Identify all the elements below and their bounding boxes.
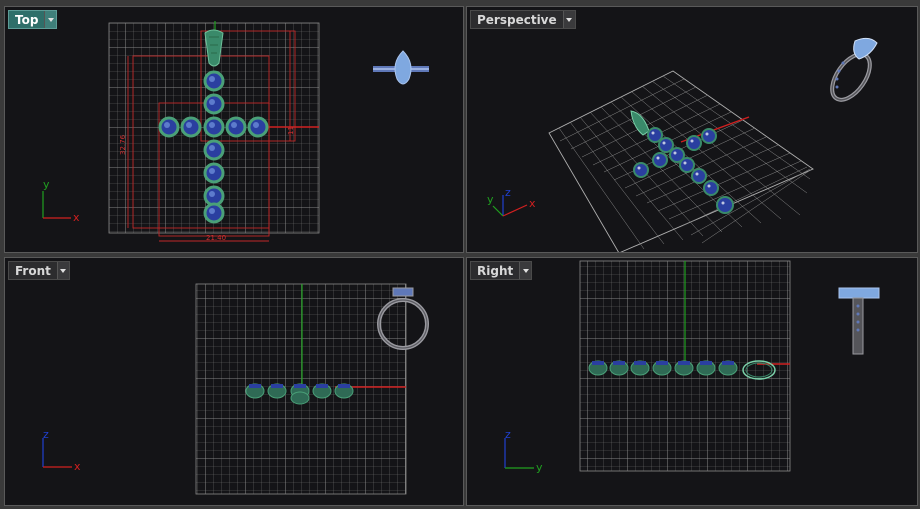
tab-perspective[interactable]: Perspective <box>470 10 576 29</box>
chevron-down-icon <box>60 268 67 273</box>
right-view-canvas[interactable]: z y <box>467 258 918 506</box>
axes-indicator: z y x <box>487 186 536 217</box>
tab-top[interactable]: Top <box>8 10 58 29</box>
axes-indicator: z y <box>504 428 543 474</box>
viewport-title: Front <box>15 264 51 278</box>
axis-label-z: z <box>505 428 511 441</box>
viewport-front[interactable]: z x Front <box>4 257 464 506</box>
chevron-down-icon <box>566 17 573 22</box>
viewport-menu-button[interactable] <box>56 262 69 279</box>
ring-preview-icon <box>838 287 880 355</box>
axis-label-z: z <box>505 186 511 199</box>
axis-label-x: x <box>529 197 536 210</box>
side-dimension-label: 11 <box>287 126 295 135</box>
axis-label-y: y <box>43 178 50 191</box>
perspective-view-canvas[interactable]: z y x <box>467 7 918 253</box>
tab-front[interactable]: Front <box>8 261 70 280</box>
width-dimension-label: 21.40 <box>206 234 226 242</box>
viewport-perspective[interactable]: z y x Perspective <box>466 6 918 253</box>
height-dimension-label: 32.76 <box>119 134 127 155</box>
tab-right[interactable]: Right <box>470 261 533 280</box>
axis-label-x: x <box>73 211 80 224</box>
viewport-right[interactable]: z y Right <box>466 257 918 506</box>
viewport-menu-button[interactable] <box>44 11 57 28</box>
front-view-canvas[interactable]: z x <box>5 258 464 506</box>
viewport-layout: 21.40 32.76 11 y x Top z y x Perspective… <box>0 0 920 509</box>
viewport-menu-button[interactable] <box>562 11 575 28</box>
viewport-top[interactable]: 21.40 32.76 11 y x Top <box>4 6 464 253</box>
viewport-title: Perspective <box>477 13 557 27</box>
axis-label-y: y <box>487 193 494 206</box>
axes-indicator: z x <box>42 428 81 473</box>
axes-indicator: y x <box>42 178 80 224</box>
ring-preview-icon <box>830 37 878 102</box>
chevron-down-icon <box>47 17 54 22</box>
axis-label-z: z <box>43 428 49 441</box>
ring-preview-icon <box>373 50 429 85</box>
axis-label-y: y <box>536 461 543 474</box>
viewport-menu-button[interactable] <box>519 262 532 279</box>
chevron-down-icon <box>522 268 529 273</box>
axis-label-x: x <box>74 460 81 473</box>
top-view-canvas[interactable]: 21.40 32.76 11 y x <box>5 7 464 253</box>
viewport-title: Right <box>477 264 514 278</box>
viewport-title: Top <box>15 13 39 27</box>
